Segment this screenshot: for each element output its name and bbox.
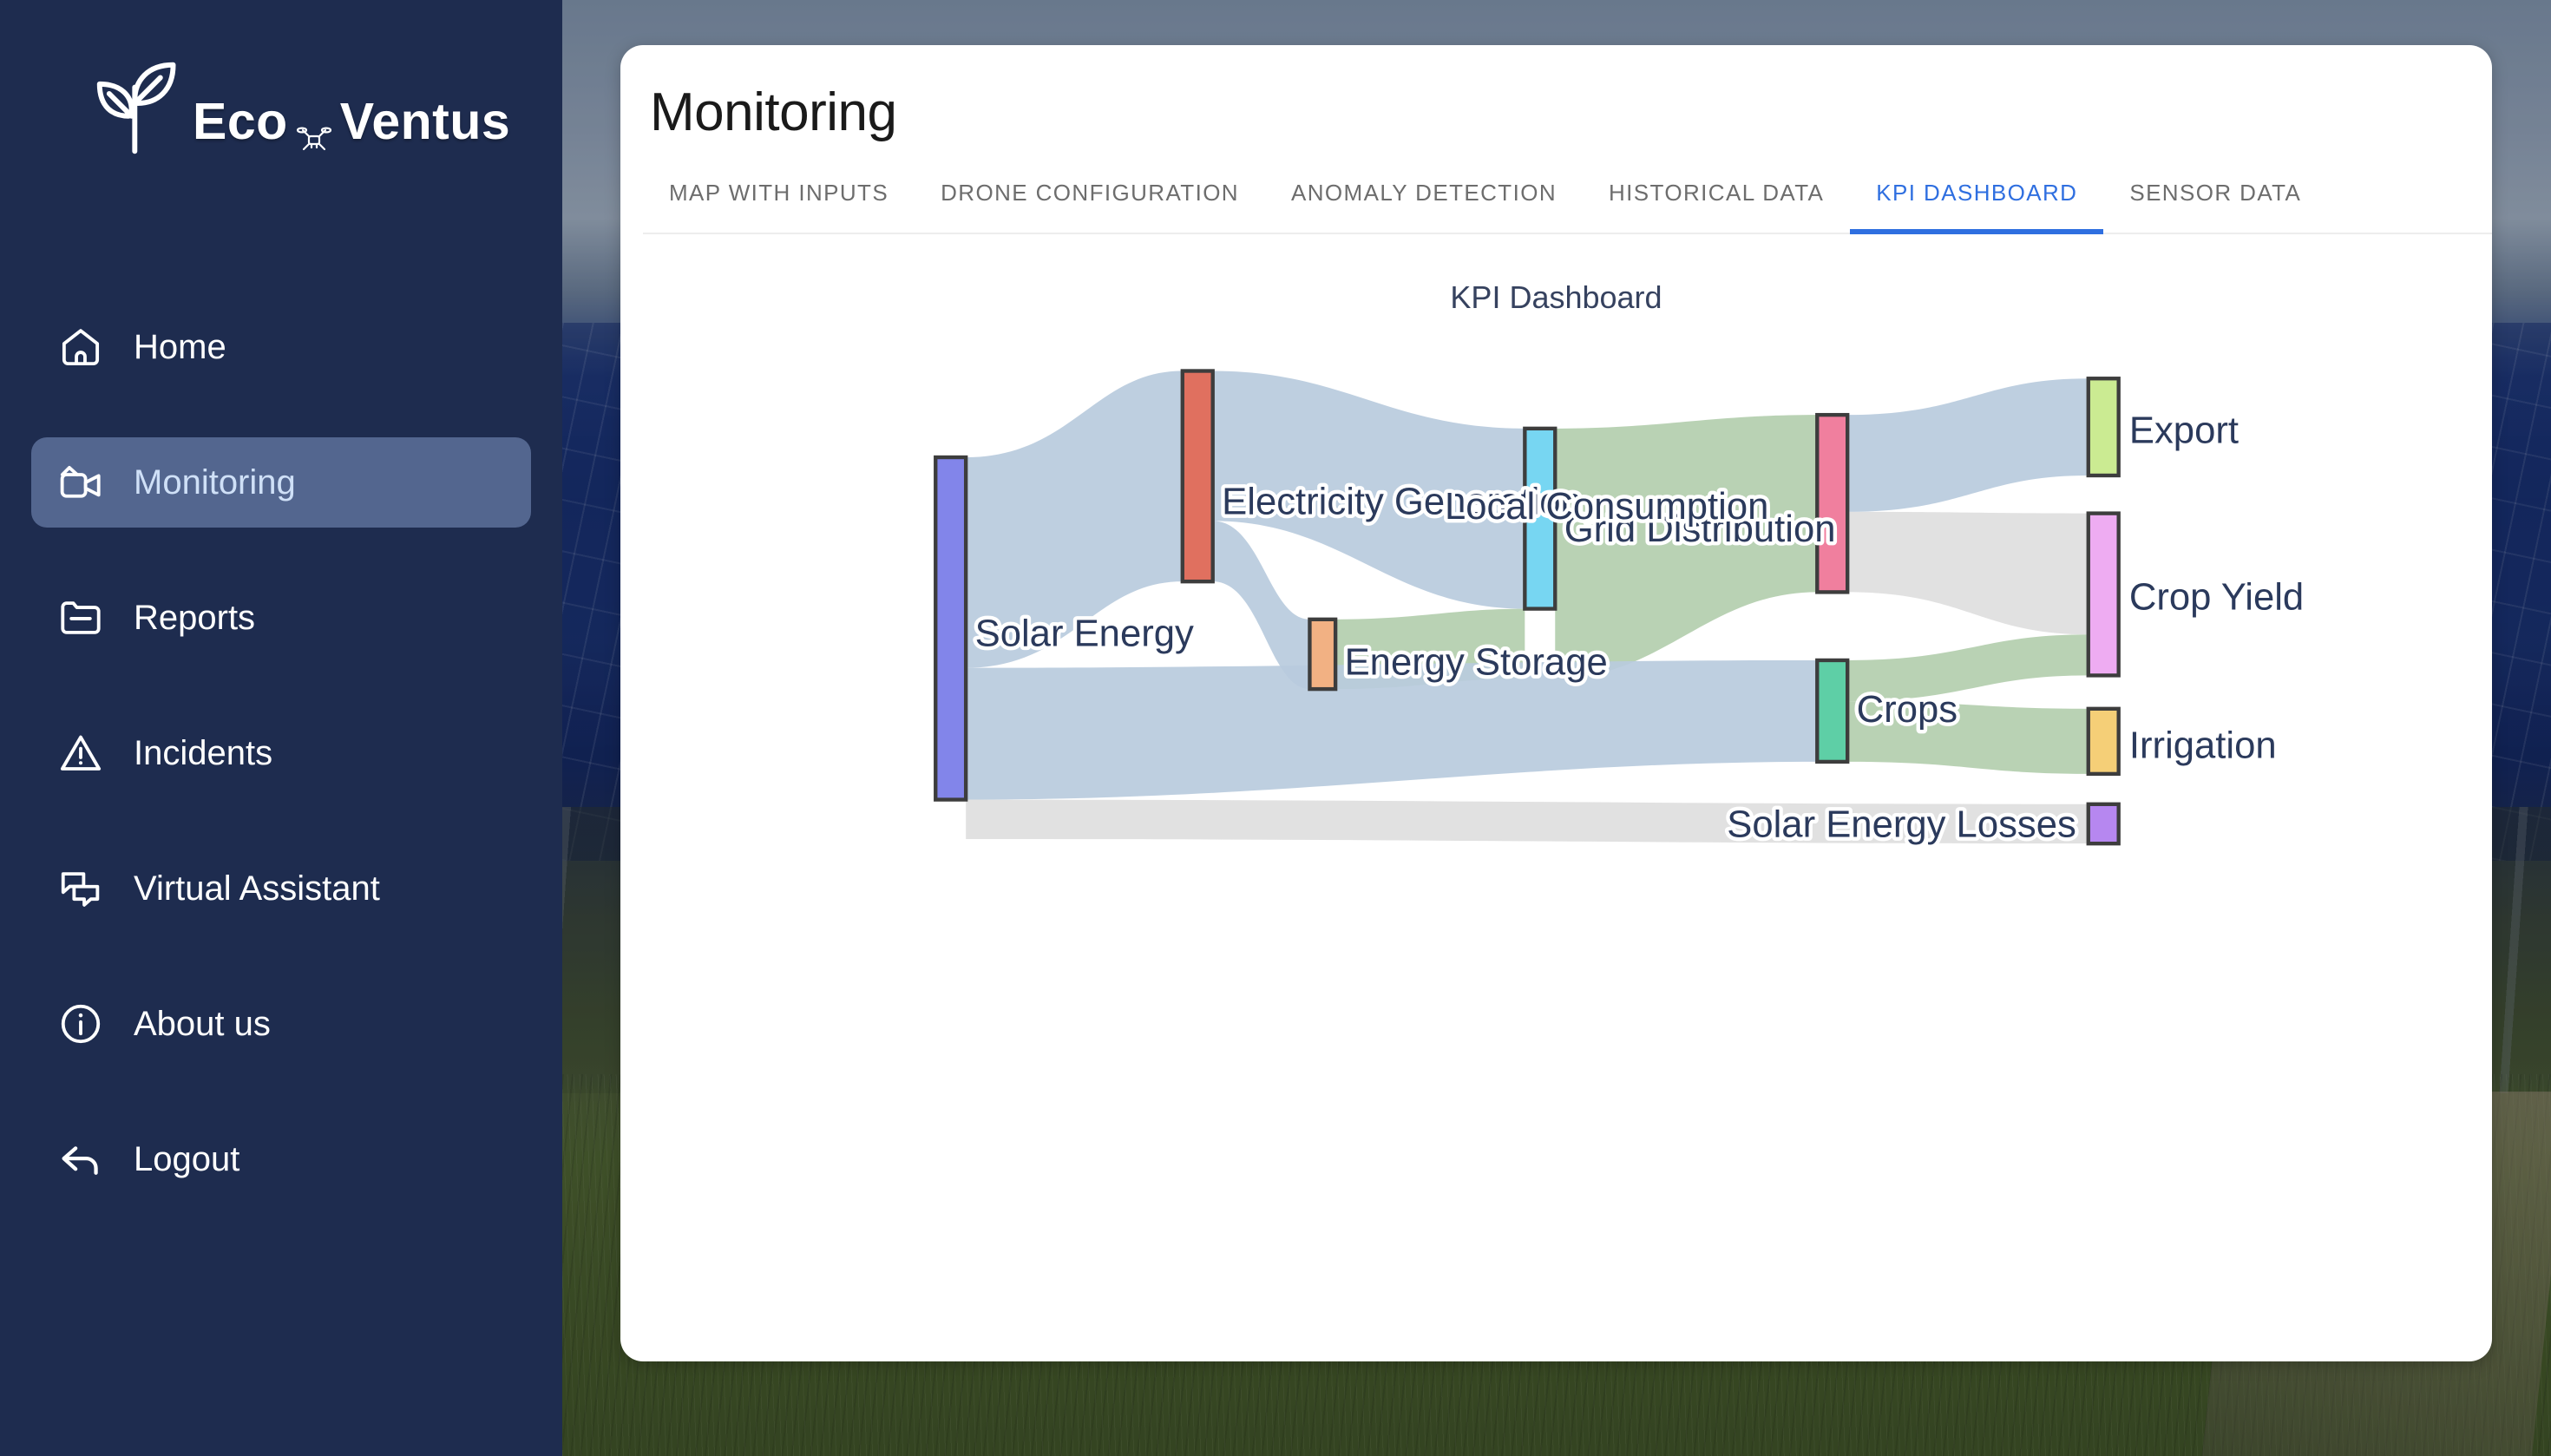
sankey-node-crops[interactable] [1814, 658, 1849, 764]
sankey-node-label-crop_yield: Crop Yield [2128, 576, 2303, 619]
sankey-node-export[interactable] [2086, 377, 2121, 478]
drone-icon [296, 109, 331, 150]
app-root: Eco Ventus Home Monitoring Reports Incid… [0, 0, 2551, 1456]
tab-anomaly-detection[interactable]: ANOMALY DETECTION [1265, 180, 1583, 234]
sidebar-item-label: Virtual Assistant [134, 869, 380, 908]
chart-title: KPI Dashboard [1450, 279, 1662, 315]
tab-bar: MAP WITH INPUTS DRONE CONFIGURATION ANOM… [643, 180, 2492, 234]
sankey-svg: Solar EnergyElectricity GenerationEnergy… [933, 369, 2307, 849]
sankey-link-elec-to-storage[interactable] [1212, 521, 1309, 690]
home-icon [57, 324, 104, 371]
sankey-node-solar_losses[interactable] [2086, 802, 2121, 846]
sidebar-item-label: Incidents [134, 733, 273, 772]
sankey-node-energy_storage[interactable] [1307, 617, 1337, 692]
logout-arrow-icon [57, 1136, 104, 1183]
warning-triangle-icon [57, 730, 104, 777]
sankey-node-irrigation[interactable] [2086, 706, 2121, 777]
sankey-link-local-to-export[interactable] [1846, 378, 2089, 512]
sankey-node-label-irrigation: Irrigation [2128, 725, 2276, 767]
sidebar-item-label: Reports [134, 598, 256, 637]
sidebar-item-home[interactable]: Home [31, 302, 531, 392]
sankey-node-local_consumption[interactable] [1814, 412, 1849, 594]
sankey-chart: Solar Energy Electricity Generation Energy… [620, 338, 2492, 946]
page-title: Monitoring [650, 82, 897, 142]
brand-logo[interactable]: Eco Ventus [87, 52, 562, 154]
sankey-node-label-export: Export [2128, 410, 2238, 452]
sankey-node-label-crops: Crops [1856, 688, 1957, 731]
sidebar-item-incidents[interactable]: Incidents [31, 708, 531, 798]
brand-name-part2: Ventus [339, 93, 511, 150]
tab-drone-configuration[interactable]: DRONE CONFIGURATION [915, 180, 1265, 234]
sidebar-nav: Home Monitoring Reports Incidents Virtua… [0, 302, 562, 1204]
tab-sensor-data[interactable]: SENSOR DATA [2103, 180, 2327, 234]
leaf-plant-icon [87, 52, 189, 154]
tab-historical-data[interactable]: HISTORICAL DATA [1583, 180, 1850, 234]
sankey-node-label-local_consumption: Local Consumption [1444, 485, 1767, 528]
sidebar-item-virtual-assistant[interactable]: Virtual Assistant [31, 843, 531, 934]
tab-kpi-dashboard[interactable]: KPI DASHBOARD [1850, 180, 2104, 234]
sidebar-item-label: Home [134, 327, 226, 366]
sankey-node-label-solar_losses: Solar Energy Losses [1727, 803, 2076, 846]
sankey-node-electricity_gen[interactable] [1180, 369, 1215, 584]
video-camera-icon [57, 459, 104, 506]
folder-minus-icon [57, 594, 104, 641]
brand-name-part1: Eco [193, 93, 288, 150]
sidebar-item-monitoring[interactable]: Monitoring [31, 437, 531, 528]
sidebar-item-logout[interactable]: Logout [31, 1114, 531, 1204]
tab-map-with-inputs[interactable]: MAP WITH INPUTS [643, 180, 915, 234]
chat-bubbles-icon [57, 865, 104, 912]
sankey-node-label-energy_storage: Energy Storage [1344, 641, 1607, 684]
sidebar-item-label: About us [134, 1004, 271, 1043]
sankey-link-local-to-yield[interactable] [1846, 511, 2089, 635]
sankey-node-label-solar_energy: Solar Energy [974, 613, 1193, 655]
info-circle-icon [57, 1000, 104, 1047]
sidebar: Eco Ventus Home Monitoring Reports Incid… [0, 0, 562, 1456]
content-card: Monitoring MAP WITH INPUTS DRONE CONFIGU… [620, 45, 2492, 1361]
sankey-node-crop_yield[interactable] [2086, 511, 2121, 678]
sidebar-item-label: Monitoring [134, 462, 296, 502]
sidebar-item-reports[interactable]: Reports [31, 573, 531, 663]
sidebar-item-label: Logout [134, 1139, 240, 1178]
sankey-node-solar_energy[interactable] [933, 455, 967, 802]
sidebar-item-about-us[interactable]: About us [31, 979, 531, 1069]
brand-name: Eco Ventus [193, 93, 511, 150]
